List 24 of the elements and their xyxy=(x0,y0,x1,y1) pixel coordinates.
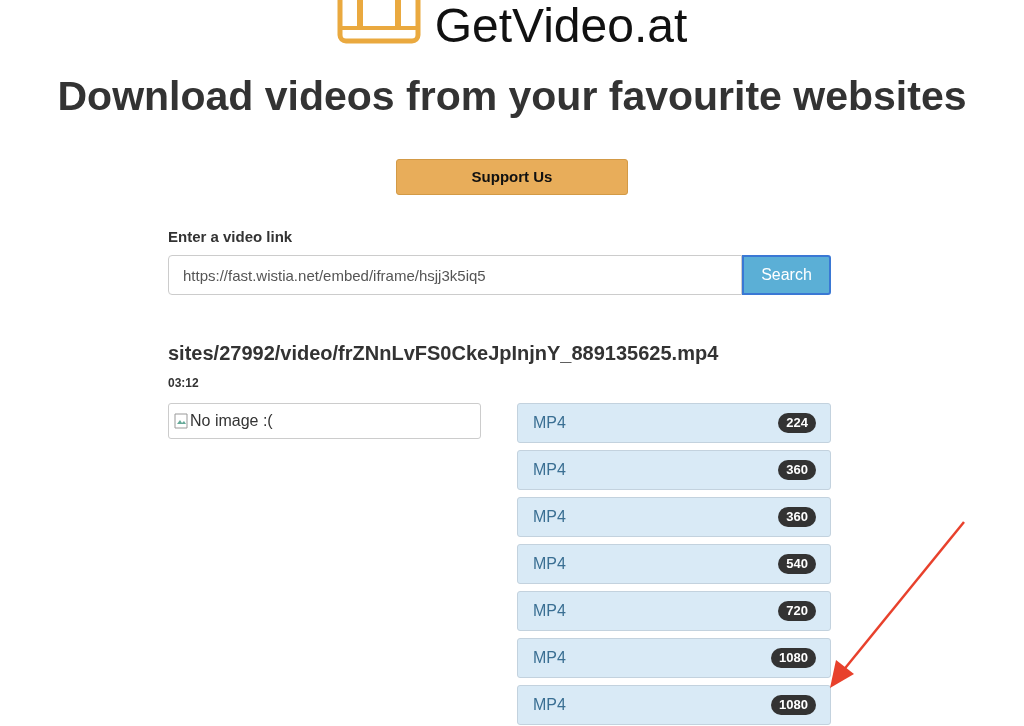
support-button[interactable]: Support Us xyxy=(396,159,628,195)
field-label: Enter a video link xyxy=(168,227,294,247)
download-format-item[interactable]: MP4 540 xyxy=(517,544,831,584)
download-format-item[interactable]: MP4 360 xyxy=(517,497,831,537)
download-format-item[interactable]: MP4 1080 xyxy=(517,685,831,725)
download-format-item[interactable]: MP4 224 xyxy=(517,403,831,443)
quality-badge: 540 xyxy=(778,554,816,574)
quality-badge: 720 xyxy=(778,601,816,621)
quality-badge: 360 xyxy=(778,460,816,480)
video-duration: 03:12 xyxy=(168,375,200,391)
quality-badge: 1080 xyxy=(771,648,816,668)
quality-badge: 360 xyxy=(778,507,816,527)
image-alt-text: No image :( xyxy=(190,411,273,431)
quality-badge: 224 xyxy=(778,413,816,433)
link-input[interactable]: https://fast.wistia.net/embed/iframe/hsjj3k5iq5 xyxy=(168,255,742,295)
download-format-item[interactable]: MP4 360 xyxy=(517,450,831,490)
headline: Download videos from your favourite websites xyxy=(56,72,968,120)
quality-badge: 1080 xyxy=(771,695,816,715)
logo-text: GetVideo.at xyxy=(434,2,688,46)
film-icon xyxy=(336,0,421,44)
download-format-item[interactable]: MP4 720 xyxy=(517,591,831,631)
video-filename: sites/27992/video/frZNnLvFS0CkeJpInjnY_889135625.mp4 xyxy=(168,341,720,365)
broken-image-icon xyxy=(174,413,188,429)
download-format-item[interactable]: MP4 1080 xyxy=(517,638,831,678)
